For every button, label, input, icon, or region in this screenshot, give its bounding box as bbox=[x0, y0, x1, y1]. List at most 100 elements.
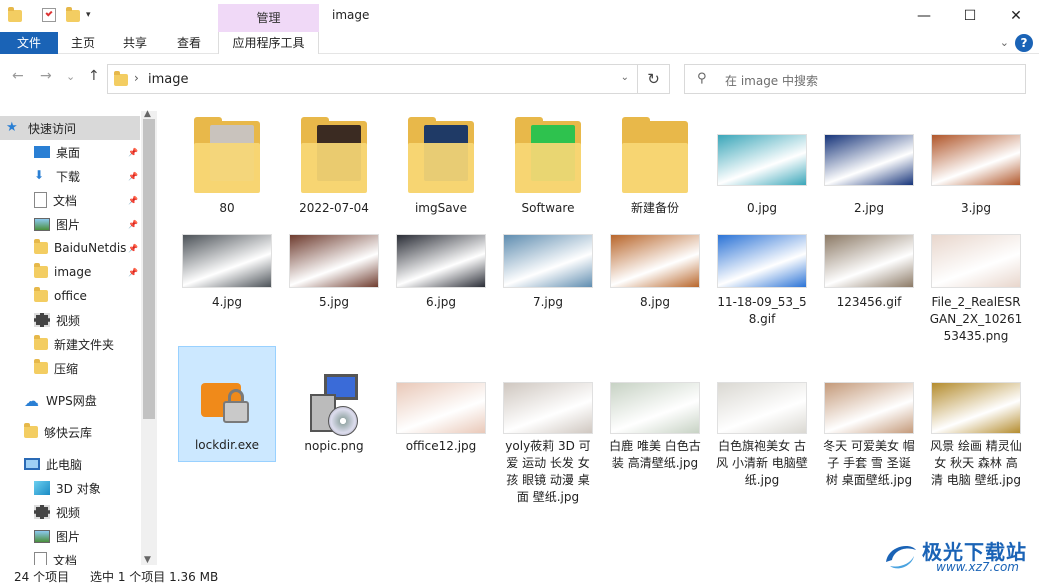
collapse-ribbon-icon[interactable]: ⌄ bbox=[1000, 36, 1009, 49]
scroll-up-icon[interactable]: ▲ bbox=[144, 109, 151, 119]
sidebar-item[interactable]: ⬇ 下载 📌 bbox=[0, 164, 140, 188]
sidebar-item[interactable]: 3D 对象 bbox=[0, 476, 140, 500]
file-item[interactable]: Software bbox=[499, 110, 597, 217]
sidebar-item[interactable]: 图片 bbox=[0, 524, 140, 548]
item-count: 24 个项目 bbox=[14, 570, 70, 584]
sidebar-item[interactable]: ★ 快速访问 bbox=[0, 116, 140, 140]
manage-context-tab[interactable]: 管理 bbox=[218, 4, 319, 32]
tab-view[interactable]: 查看 bbox=[168, 32, 210, 54]
file-item[interactable]: 风景 绘画 精灵仙女 秋天 森林 高清 电脑 壁纸.jpg bbox=[927, 348, 1025, 489]
file-item[interactable]: lockdir.exe bbox=[178, 346, 276, 462]
image-thumbnail bbox=[927, 228, 1025, 294]
file-name: 8.jpg bbox=[639, 295, 671, 309]
breadcrumb-image[interactable]: image bbox=[148, 72, 189, 87]
image-thumbnail bbox=[499, 228, 597, 294]
sidebar-item[interactable]: 桌面 📌 bbox=[0, 140, 140, 164]
file-item[interactable]: 11-18-09_53_58.gif bbox=[713, 228, 811, 328]
close-button[interactable]: ✕ bbox=[993, 0, 1039, 32]
sidebar-item[interactable]: 够快云库 bbox=[0, 420, 140, 444]
file-name: imgSave bbox=[414, 201, 468, 215]
maximize-button[interactable]: ☐ bbox=[947, 0, 993, 32]
image-thumbnail bbox=[285, 228, 383, 294]
file-item[interactable]: 80 bbox=[178, 110, 276, 217]
tab-file[interactable]: 文件 bbox=[0, 32, 58, 54]
picture-icon bbox=[34, 529, 50, 543]
file-name: 5.jpg bbox=[318, 295, 350, 309]
file-name: 7.jpg bbox=[532, 295, 564, 309]
file-item[interactable]: 7.jpg bbox=[499, 228, 597, 311]
properties-icon[interactable] bbox=[42, 7, 56, 22]
image-thumbnail bbox=[820, 228, 918, 294]
file-name: 风景 绘画 精灵仙女 秋天 森林 高清 电脑 壁纸.jpg bbox=[930, 439, 1022, 487]
sidebar-item[interactable]: 压缩 bbox=[0, 356, 140, 380]
file-item[interactable]: yoly莜莉 3D 可爱 运动 长发 女孩 眼镜 动漫 桌面 壁纸.jpg bbox=[499, 348, 597, 506]
document-icon bbox=[34, 552, 47, 565]
sidebar-item[interactable]: BaiduNetdis 📌 bbox=[0, 236, 140, 260]
tab-home[interactable]: 主页 bbox=[62, 32, 104, 54]
watermark-url: www.xz7.com bbox=[936, 560, 1019, 574]
desktop-icon bbox=[34, 146, 50, 158]
customize-toolbar-icon[interactable]: ▾ bbox=[86, 10, 91, 20]
breadcrumb-separator-icon[interactable]: › bbox=[134, 71, 139, 85]
file-item[interactable]: 5.jpg bbox=[285, 228, 383, 311]
file-item[interactable]: 白色旗袍美女 古风 小清新 电脑壁纸.jpg bbox=[713, 348, 811, 489]
navigation-pane: ★ 快速访问 桌面 📌 ⬇ 下载 📌 文档 📌 图片 📌 BaiduNetdis 📌 image 📌 offi… bbox=[0, 111, 157, 565]
tab-share[interactable]: 共享 bbox=[114, 32, 156, 54]
sidebar-item-label: 快速访问 bbox=[28, 121, 77, 136]
ribbon-tabs: 文件 主页 共享 查看 应用程序工具 ⌄ ? bbox=[0, 32, 1039, 54]
file-item[interactable]: 6.jpg bbox=[392, 228, 490, 311]
navigation-scrollbar[interactable]: ▲ ▼ bbox=[141, 109, 157, 565]
file-item[interactable]: imgSave bbox=[392, 110, 490, 217]
sidebar-item[interactable]: 视频 bbox=[0, 500, 140, 524]
file-name: yoly莜莉 3D 可爱 运动 长发 女孩 眼镜 动漫 桌面 壁纸.jpg bbox=[505, 439, 591, 504]
minimize-button[interactable]: — bbox=[901, 0, 947, 32]
file-item[interactable]: office12.jpg bbox=[392, 348, 490, 455]
sidebar-item[interactable]: 此电脑 bbox=[0, 452, 140, 476]
image-thumbnail bbox=[499, 348, 597, 438]
file-item[interactable]: 0.jpg bbox=[713, 110, 811, 217]
tab-application-tools[interactable]: 应用程序工具 bbox=[218, 32, 319, 54]
sidebar-item-label: 文档 bbox=[53, 193, 78, 208]
sidebar-item[interactable]: office bbox=[0, 284, 140, 308]
file-name: Software bbox=[521, 201, 575, 215]
image-thumbnail bbox=[392, 348, 490, 438]
sidebar-item-label: 视频 bbox=[56, 505, 81, 520]
scrollbar-thumb[interactable] bbox=[143, 119, 155, 419]
back-button[interactable]: ← bbox=[12, 68, 24, 84]
sidebar-item[interactable]: image 📌 bbox=[0, 260, 140, 284]
file-item[interactable]: 冬天 可爱美女 帽子 手套 雪 圣诞树 桌面壁纸.jpg bbox=[820, 348, 918, 489]
file-item[interactable]: 123456.gif bbox=[820, 228, 918, 311]
sidebar-item[interactable]: ☁ WPS网盘 bbox=[0, 388, 140, 412]
sidebar-item[interactable]: 文档 bbox=[0, 548, 140, 565]
sidebar-item[interactable]: 图片 📌 bbox=[0, 212, 140, 236]
refresh-button[interactable]: ↻ bbox=[638, 64, 670, 94]
lock-folder-icon bbox=[179, 347, 275, 437]
recent-locations-button[interactable]: ⌄ bbox=[66, 70, 75, 83]
file-item[interactable]: 新建备份 bbox=[606, 110, 704, 217]
help-button[interactable]: ? bbox=[1015, 34, 1033, 52]
address-bar[interactable]: › image ⌄ bbox=[107, 64, 638, 94]
scroll-down-icon[interactable]: ▼ bbox=[144, 555, 151, 565]
search-input[interactable]: 在 image 中搜索 bbox=[725, 72, 818, 89]
pin-icon: 📌 bbox=[128, 147, 138, 157]
file-item[interactable]: 2.jpg bbox=[820, 110, 918, 217]
file-item[interactable]: File_2_RealESRGAN_2X_1026153435.png bbox=[927, 228, 1025, 345]
document-icon bbox=[34, 192, 47, 208]
sidebar-item[interactable]: 文档 📌 bbox=[0, 188, 140, 212]
sidebar-item[interactable]: 新建文件夹 bbox=[0, 332, 140, 356]
search-box[interactable]: ⚲ 在 image 中搜索 bbox=[684, 64, 1026, 94]
new-folder-icon[interactable] bbox=[66, 7, 80, 22]
file-item[interactable]: 8.jpg bbox=[606, 228, 704, 311]
file-item[interactable]: nopic.png bbox=[285, 348, 383, 455]
forward-button[interactable]: → bbox=[40, 68, 52, 84]
folder-icon bbox=[34, 335, 48, 350]
file-item[interactable]: 2022-07-04 bbox=[285, 110, 383, 217]
star-icon: ★ bbox=[6, 120, 18, 135]
sidebar-item[interactable]: 视频 bbox=[0, 308, 140, 332]
file-item[interactable]: 3.jpg bbox=[927, 110, 1025, 217]
address-dropdown-icon[interactable]: ⌄ bbox=[621, 72, 629, 83]
up-button[interactable]: ↑ bbox=[88, 68, 100, 84]
file-item[interactable]: 4.jpg bbox=[178, 228, 276, 311]
file-name: 3.jpg bbox=[960, 201, 992, 215]
file-item[interactable]: 白鹿 唯美 白色古装 高清壁纸.jpg bbox=[606, 348, 704, 472]
